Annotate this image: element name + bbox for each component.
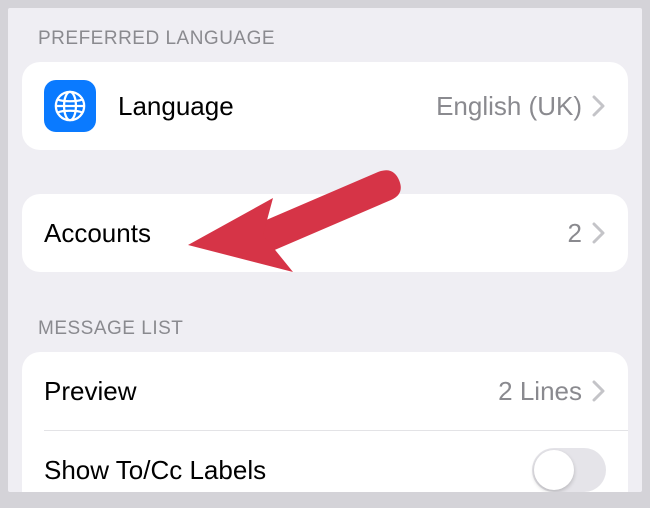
- chevron-right-icon: [592, 94, 606, 118]
- language-group: Language English (UK): [22, 62, 628, 150]
- section-header-message-list: MESSAGE LIST: [8, 272, 642, 352]
- language-row[interactable]: Language English (UK): [22, 62, 628, 150]
- globe-icon: [44, 80, 96, 132]
- language-value: English (UK): [436, 91, 582, 122]
- preview-row[interactable]: Preview 2 Lines: [22, 352, 628, 430]
- chevron-right-icon: [592, 221, 606, 245]
- preview-label: Preview: [44, 376, 498, 407]
- message-list-group: Preview 2 Lines Show To/Cc Labels: [22, 352, 628, 492]
- toggle-knob: [534, 450, 574, 490]
- accounts-value: 2: [568, 218, 582, 249]
- language-label: Language: [118, 91, 436, 122]
- accounts-label: Accounts: [44, 218, 568, 249]
- accounts-group: Accounts 2: [22, 194, 628, 272]
- preview-value: 2 Lines: [498, 376, 582, 407]
- chevron-right-icon: [592, 379, 606, 403]
- accounts-row[interactable]: Accounts 2: [22, 194, 628, 272]
- show-tocc-row[interactable]: Show To/Cc Labels: [22, 430, 628, 492]
- show-tocc-label: Show To/Cc Labels: [44, 455, 532, 486]
- section-header-language: PREFERRED LANGUAGE: [8, 8, 642, 62]
- show-tocc-toggle[interactable]: [532, 448, 606, 492]
